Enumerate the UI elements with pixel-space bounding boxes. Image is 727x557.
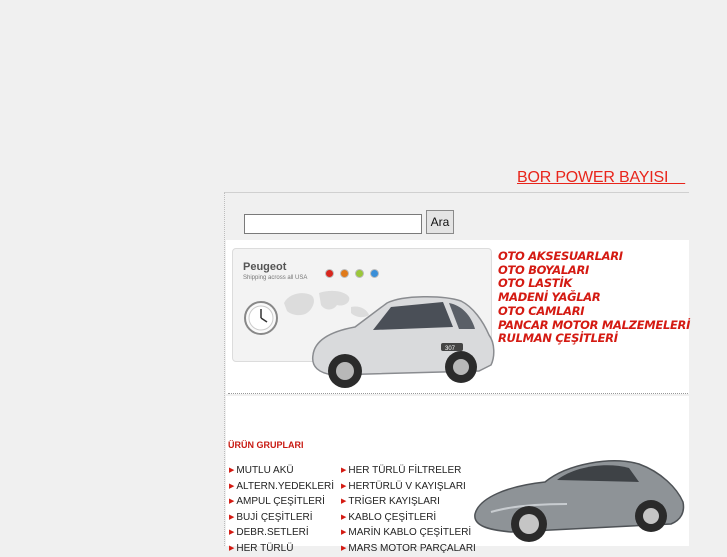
peugeot-card-subtitle: Shipping across all USA: [243, 275, 307, 281]
banner-item: MADENİ YAĞLAR: [498, 291, 690, 305]
banner-item: OTO CAMLARI: [498, 305, 690, 319]
divider: [228, 393, 688, 394]
product-link[interactable]: ▶ALTERN.YEDEKLERİ: [229, 480, 334, 496]
product-link[interactable]: ▶TRİGER KAYIŞLARI: [341, 495, 476, 511]
product-label: ALTERN.YEDEKLERİ: [236, 481, 334, 492]
banner-category-list: OTO AKSESUARLARI OTO BOYALARI OTO LASTİK…: [498, 250, 690, 346]
product-label: TRİGER KAYIŞLARI: [348, 496, 440, 507]
product-label: KABLO ÇEŞİTLERİ: [348, 512, 436, 523]
product-groups-title: ÜRÜN GRUPLARI: [228, 440, 304, 450]
arrow-right-icon: ▶: [229, 529, 234, 536]
product-label: HER TÜRLÜ FİLTRELER: [348, 465, 461, 476]
car-badge: 307: [445, 346, 456, 352]
color-dot: [325, 269, 334, 278]
arrow-right-icon: ▶: [229, 467, 234, 474]
product-link[interactable]: ▶MARS MOTOR PARÇALARI: [341, 542, 476, 557]
product-list-col2: ▶HER TÜRLÜ FİLTRELER ▶HERTÜRLÜ V KAYIŞLA…: [341, 464, 476, 557]
product-link[interactable]: ▶HER TÜRLÜ: [229, 542, 334, 557]
product-label: HERTÜRLÜ V KAYIŞLARI: [348, 481, 465, 492]
arrow-right-icon: ▶: [341, 467, 346, 474]
search-button[interactable]: Ara: [426, 210, 454, 234]
color-dot: [355, 269, 364, 278]
arrow-right-icon: ▶: [229, 514, 234, 521]
banner-item: OTO AKSESUARLARI: [498, 250, 690, 264]
product-link[interactable]: ▶DEBR.SETLERİ: [229, 526, 334, 542]
product-label: HER TÜRLÜ: [236, 543, 293, 554]
arrow-right-icon: ▶: [229, 545, 234, 552]
product-label: BUJİ ÇEŞİTLERİ: [236, 512, 312, 523]
product-label: MARİN KABLO ÇEŞİTLERİ: [348, 527, 471, 538]
peugeot-card-title: Peugeot: [243, 261, 286, 273]
color-dots: [325, 265, 385, 283]
product-label: DEBR.SETLERİ: [236, 527, 308, 538]
product-link[interactable]: ▶MARİN KABLO ÇEŞİTLERİ: [341, 526, 476, 542]
product-link[interactable]: ▶MUTLU AKÜ: [229, 464, 334, 480]
color-dot: [370, 269, 379, 278]
sports-car-image: [471, 442, 689, 546]
main-panel: Ara Peugeot Shipping across all USA: [224, 192, 689, 546]
arrow-right-icon: ▶: [341, 483, 346, 490]
peugeot-card: Peugeot Shipping across all USA: [232, 248, 492, 362]
peugeot-car-image: 307: [303, 287, 499, 395]
arrow-right-icon: ▶: [341, 514, 346, 521]
arrow-right-icon: ▶: [341, 498, 346, 505]
product-label: MARS MOTOR PARÇALARI: [348, 543, 475, 554]
arrow-right-icon: ▶: [229, 498, 234, 505]
product-link[interactable]: ▶AMPUL ÇEŞİTLERİ: [229, 495, 334, 511]
arrow-right-icon: ▶: [229, 483, 234, 490]
color-dot: [340, 269, 349, 278]
product-link[interactable]: ▶BUJİ ÇEŞİTLERİ: [229, 511, 334, 527]
product-label: MUTLU AKÜ: [236, 465, 293, 476]
promo-banner[interactable]: Peugeot Shipping across all USA: [226, 240, 689, 394]
product-list-col1: ▶MUTLU AKÜ ▶ALTERN.YEDEKLERİ ▶AMPUL ÇEŞİ…: [229, 464, 334, 557]
bor-power-link[interactable]: BOR POWER BAYISI: [517, 169, 685, 187]
search-input[interactable]: [244, 214, 422, 234]
product-groups-section: ÜRÜN GRUPLARI ▶MUTLU AKÜ ▶ALTERN.YEDEKLE…: [226, 396, 689, 546]
product-link[interactable]: ▶HER TÜRLÜ FİLTRELER: [341, 464, 476, 480]
product-link[interactable]: ▶KABLO ÇEŞİTLERİ: [341, 511, 476, 527]
product-label: AMPUL ÇEŞİTLERİ: [236, 496, 325, 507]
arrow-right-icon: ▶: [341, 529, 346, 536]
clock-icon: [243, 300, 279, 336]
banner-item: RULMAN ÇEŞİTLERİ: [498, 332, 690, 346]
product-link[interactable]: ▶HERTÜRLÜ V KAYIŞLARI: [341, 480, 476, 496]
arrow-right-icon: ▶: [341, 545, 346, 552]
